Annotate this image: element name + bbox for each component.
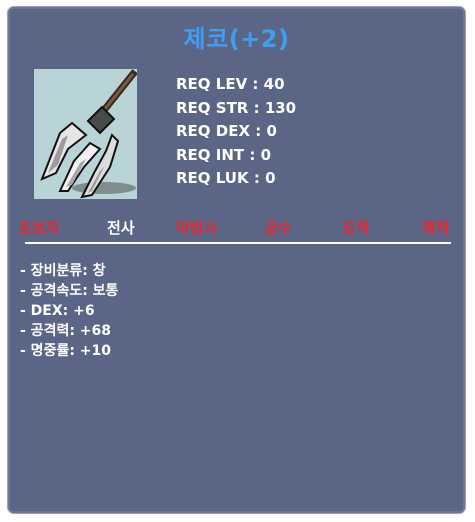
requirement-label: REQ STR xyxy=(176,98,249,117)
item-tooltip: 제코(+2) REQ LEV : 40 REQ STR : 130 REQ DEX … xyxy=(7,6,466,514)
job-label: 도적 xyxy=(342,219,370,237)
requirement-value: 0 xyxy=(260,145,272,164)
job-label: 마법사 xyxy=(176,219,218,237)
requirement-row: REQ LUK : 0 xyxy=(176,169,276,187)
job-label: 궁수 xyxy=(264,219,292,237)
stat-line: - 공격속도: 보통 xyxy=(20,283,119,299)
stat-line: - 명중률: +10 xyxy=(20,343,112,359)
requirement-row: REQ LEV : 40 xyxy=(176,75,285,93)
requirement-value: 40 xyxy=(263,75,285,93)
requirement-label: REQ INT xyxy=(176,145,245,164)
requirement-label: REQ DEX xyxy=(176,122,251,140)
job-label: 초보자 xyxy=(18,219,60,237)
requirement-row: REQ INT : 0 xyxy=(176,145,272,164)
stat-line: - DEX: +6 xyxy=(20,303,95,319)
requirement-value: 0 xyxy=(265,169,276,187)
stat-line: - 공격력: +68 xyxy=(20,323,112,339)
spear-trident-icon xyxy=(34,69,137,199)
job-list: 초보자 전사 마법사 궁수 도적 해적 xyxy=(8,217,465,239)
stat-line: - 장비분류: 창 xyxy=(20,263,106,279)
requirement-row: REQ STR : 130 xyxy=(176,98,297,117)
requirement-label: REQ LEV xyxy=(176,75,248,93)
requirement-row: REQ DEX : 0 xyxy=(176,122,277,140)
stats-list: - 장비분류: 창 - 공격속도: 보통 - DEX: +6 - 공격력: +68 - … xyxy=(20,261,118,361)
divider xyxy=(25,242,451,244)
job-label: 해적 xyxy=(422,219,450,237)
requirement-label: REQ LUK xyxy=(176,169,249,187)
requirement-value: 0 xyxy=(266,122,277,140)
requirements-list: REQ LEV : 40 REQ STR : 130 REQ DEX : 0 REQ … xyxy=(176,73,296,191)
requirement-value: 130 xyxy=(264,98,297,117)
item-name: 제코(+2) xyxy=(183,25,290,53)
job-label: 전사 xyxy=(107,219,135,237)
